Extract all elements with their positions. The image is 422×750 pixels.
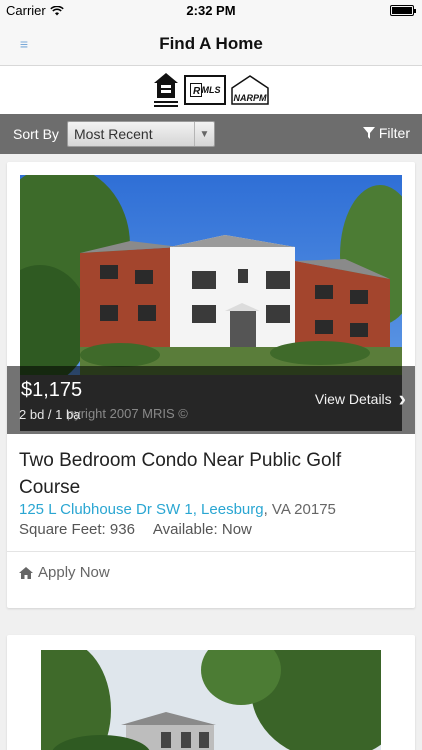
- price-overlay: $1,175 pyright 2007 MRIS © 2 bd / 1 ba V…: [7, 366, 415, 434]
- filter-icon: [362, 127, 375, 139]
- address-link[interactable]: 125 L Clubhouse Dr SW 1, Leesburg: [19, 501, 264, 518]
- mls-logo: R MLS: [184, 75, 226, 105]
- listing-address: 125 L Clubhouse Dr SW 1, Leesburg, VA 20…: [19, 501, 336, 518]
- photo-watermark: pyright 2007 MRIS ©: [67, 406, 188, 421]
- listing-meta: Square Feet: 936 Available: Now: [19, 521, 252, 538]
- battery-icon: [390, 5, 416, 16]
- mls-label: MLS: [201, 85, 221, 95]
- navigation-bar: ≡ Find A Home: [0, 22, 422, 66]
- divider: [7, 551, 415, 552]
- listing-photo[interactable]: [41, 650, 381, 750]
- view-details-label: View Details: [314, 391, 392, 407]
- chevron-right-icon: ›: [398, 386, 406, 411]
- listing-card[interactable]: [7, 635, 415, 750]
- chevron-down-icon: ▼: [194, 122, 214, 146]
- equal-housing-logo: [154, 73, 178, 107]
- availability: Available: Now: [152, 521, 252, 538]
- square-feet: Square Feet: 936: [19, 521, 135, 538]
- affiliation-logos: R MLS NARPM: [0, 66, 422, 114]
- narpm-logo: NARPM: [230, 74, 270, 106]
- apply-now-button[interactable]: Apply Now: [19, 564, 110, 581]
- listing-title[interactable]: Two Bedroom Condo Near Public Golf Cours…: [19, 447, 399, 501]
- sort-label: Sort By: [13, 126, 59, 142]
- svg-text:R: R: [193, 86, 201, 97]
- realtor-r-icon: R: [189, 83, 202, 97]
- clock: 2:32 PM: [186, 3, 236, 18]
- sort-selected-value: Most Recent: [74, 126, 153, 142]
- listing-card[interactable]: $1,175 pyright 2007 MRIS © 2 bd / 1 ba V…: [7, 162, 415, 608]
- filter-button[interactable]: Filter: [362, 125, 410, 141]
- sort-dropdown[interactable]: Most Recent ▼: [67, 121, 215, 147]
- beds-baths: 2 bd / 1 ba: [19, 407, 81, 422]
- address-state-zip: , VA 20175: [263, 501, 336, 518]
- filter-label: Filter: [378, 125, 410, 141]
- apply-now-label: Apply Now: [38, 564, 110, 581]
- narpm-label: NARPM: [233, 93, 267, 103]
- view-details-link[interactable]: View Details ›: [314, 386, 406, 411]
- page-title: Find A Home: [159, 34, 263, 53]
- home-icon: [19, 566, 33, 579]
- status-bar: Carrier 2:32 PM: [0, 0, 422, 22]
- sort-bar: Sort By Most Recent ▼ Filter: [0, 114, 422, 154]
- listing-price: $1,175: [21, 379, 83, 401]
